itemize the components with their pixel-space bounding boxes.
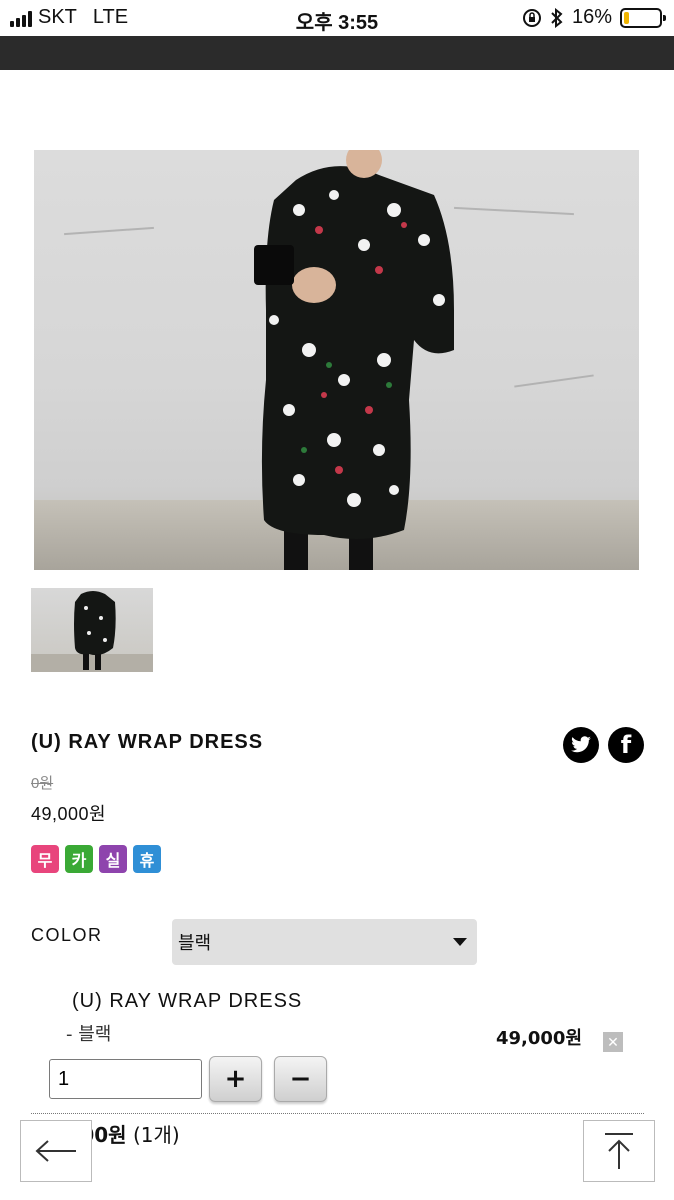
status-bar: SKT LTE 오후 3:55 16% [0,0,674,36]
badge-holiday: 휴 [133,845,161,873]
original-price: 0원 [31,775,54,792]
divider [31,1113,644,1114]
facebook-share-button[interactable]: f [608,727,644,763]
badge-group: 무 카 실 휴 [31,845,161,873]
twitter-share-button[interactable] [563,727,599,763]
selected-item-variant: - 블랙 [66,1024,112,1045]
twitter-icon [571,736,591,753]
battery-icon [620,7,666,28]
battery-fill [624,11,629,24]
sale-price: 49,000원 [31,804,107,824]
product-title: (U) RAY WRAP DRESS [31,731,264,753]
arrow-up-to-top-icon [605,1133,633,1169]
product-main-image[interactable] [34,150,639,570]
color-select[interactable]: 블랙 [172,919,477,965]
minus-icon: − [289,1064,312,1094]
remove-item-button[interactable]: ✕ [603,1032,623,1052]
plus-icon: + [224,1064,247,1094]
badge-free-shipping: 무 [31,845,59,873]
selected-item-name: (U) RAY WRAP DRESS [72,990,303,1012]
color-select-value: 블랙 [178,933,212,954]
product-thumbnail[interactable] [31,588,153,672]
badge-card: 카 [65,845,93,873]
close-icon: ✕ [607,1033,619,1050]
quantity-input[interactable] [49,1059,202,1099]
total-count: (1개) [132,1123,180,1147]
chevron-down-icon [453,938,467,946]
browser-top-bar [0,36,674,70]
quantity-decrease-button[interactable]: − [274,1056,327,1102]
bluetooth-icon [551,7,563,28]
facebook-icon: f [620,731,632,759]
scroll-top-button[interactable] [583,1120,655,1182]
back-button[interactable] [20,1120,92,1182]
selected-item-price: 49,000원 [496,1028,583,1049]
color-option-label: COLOR [31,925,103,945]
arrow-left-icon [35,1140,76,1162]
rotation-lock-icon [522,8,541,27]
badge-real: 실 [99,845,127,873]
quantity-increase-button[interactable]: + [209,1056,262,1102]
battery-percent: 16% [571,6,612,28]
